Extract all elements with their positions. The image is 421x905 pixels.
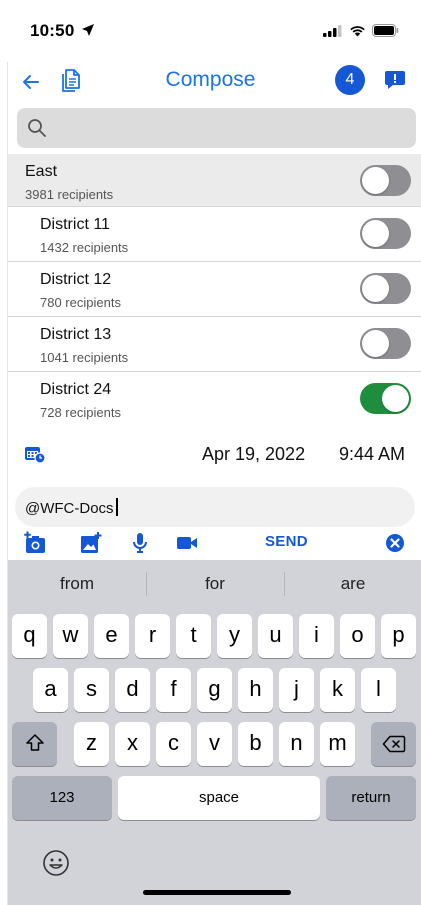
recipient-list: East 3981 recipients District 11 1432 re… [8, 154, 421, 427]
key-y[interactable]: y [217, 614, 252, 658]
key-h[interactable]: h [238, 668, 273, 712]
key-n[interactable]: n [279, 722, 314, 766]
compose-area: @WFC-Docs SEND [8, 481, 421, 561]
notification-count-badge[interactable]: 4 [335, 65, 365, 95]
numbers-key[interactable]: 123 [12, 776, 112, 820]
schedule-time[interactable]: 9:44 AM [339, 444, 405, 465]
list-item[interactable]: District 24 728 recipients [8, 372, 421, 427]
list-item-toggle[interactable] [360, 273, 411, 304]
key-g[interactable]: g [197, 668, 232, 712]
status-time: 10:50 [30, 21, 95, 41]
key-k[interactable]: k [320, 668, 355, 712]
shift-arrow-icon [25, 734, 44, 751]
key-p[interactable]: p [381, 614, 416, 658]
shift-key[interactable] [12, 722, 57, 766]
home-indicator[interactable] [143, 890, 291, 895]
add-image-icon[interactable] [79, 531, 103, 555]
toggle-knob [382, 385, 409, 412]
backspace-key[interactable] [371, 722, 416, 766]
key-a[interactable]: a [33, 668, 68, 712]
key-j[interactable]: j [279, 668, 314, 712]
key-c[interactable]: c [156, 722, 191, 766]
compose-toolbar: SEND [8, 529, 421, 559]
list-item-recipient-count: 780 recipients [40, 295, 121, 310]
toggle-knob [362, 167, 389, 194]
message-input[interactable]: @WFC-Docs [15, 487, 415, 527]
group-toggle[interactable] [360, 165, 411, 196]
space-key[interactable]: space [118, 776, 320, 820]
key-u[interactable]: u [258, 614, 293, 658]
list-item-recipient-count: 1432 recipients [40, 240, 129, 255]
left-edge [0, 0, 8, 905]
list-item-toggle[interactable] [360, 218, 411, 249]
list-item[interactable]: District 12 780 recipients [8, 262, 421, 317]
calendar-schedule-icon[interactable] [24, 444, 46, 464]
search-icon [28, 119, 46, 137]
message-alert-icon[interactable] [384, 69, 406, 91]
toggle-knob [362, 275, 389, 302]
key-i[interactable]: i [299, 614, 334, 658]
nav-bar: Compose 4 [0, 62, 421, 102]
key-d[interactable]: d [115, 668, 150, 712]
return-key[interactable]: return [326, 776, 416, 820]
key-l[interactable]: l [361, 668, 396, 712]
text-cursor [115, 498, 118, 516]
list-item-toggle[interactable] [360, 328, 411, 359]
key-o[interactable]: o [340, 614, 375, 658]
suggestion-bar: from for are [8, 560, 421, 606]
search-input[interactable] [17, 108, 416, 148]
key-b[interactable]: b [238, 722, 273, 766]
key-e[interactable]: e [94, 614, 129, 658]
list-item[interactable]: District 11 1432 recipients [8, 207, 421, 262]
status-time-text: 10:50 [30, 21, 75, 40]
toggle-knob [362, 220, 389, 247]
list-item-title: District 11 [40, 216, 110, 233]
location-arrow-icon [82, 24, 95, 36]
list-item-recipient-count: 728 recipients [40, 405, 121, 420]
list-item-toggle[interactable] [360, 383, 411, 414]
send-button[interactable]: SEND [265, 533, 308, 550]
list-item-title: District 12 [40, 271, 112, 288]
group-title: East [25, 163, 58, 180]
list-item-title: District 13 [40, 326, 112, 343]
key-w[interactable]: w [53, 614, 88, 658]
key-t[interactable]: t [176, 614, 211, 658]
key-q[interactable]: q [12, 614, 47, 658]
video-camera-icon[interactable] [175, 531, 199, 555]
key-z[interactable]: z [74, 722, 109, 766]
keyboard: from for are q w e r t y u i o p a s d f… [8, 560, 421, 905]
key-r[interactable]: r [135, 614, 170, 658]
add-camera-photo-icon[interactable] [23, 531, 47, 555]
cellular-signal-icon [323, 24, 342, 37]
status-bar: 10:50 [0, 0, 421, 62]
suggestion-item[interactable]: for [146, 574, 284, 594]
backspace-icon [382, 735, 405, 753]
key-x[interactable]: x [115, 722, 150, 766]
key-s[interactable]: s [74, 668, 109, 712]
status-icons [323, 24, 399, 37]
key-m[interactable]: m [320, 722, 355, 766]
schedule-date[interactable]: Apr 19, 2022 [202, 444, 305, 465]
list-item-group[interactable]: East 3981 recipients [8, 154, 421, 207]
message-text: @WFC-Docs [25, 500, 114, 517]
key-v[interactable]: v [197, 722, 232, 766]
wifi-icon [350, 25, 365, 36]
group-recipient-count: 3981 recipients [25, 187, 114, 202]
list-item[interactable]: District 13 1041 recipients [8, 317, 421, 372]
list-item-title: District 24 [40, 381, 112, 398]
battery-icon [372, 24, 399, 37]
suggestion-item[interactable]: are [284, 574, 421, 594]
list-item-recipient-count: 1041 recipients [40, 350, 129, 365]
key-f[interactable]: f [156, 668, 191, 712]
suggestion-item[interactable]: from [8, 574, 146, 594]
emoji-icon[interactable] [41, 848, 71, 878]
microphone-icon[interactable] [128, 531, 152, 555]
clear-icon[interactable] [383, 531, 407, 555]
schedule-row: Apr 19, 2022 9:44 AM [8, 430, 421, 480]
toggle-knob [362, 330, 389, 357]
